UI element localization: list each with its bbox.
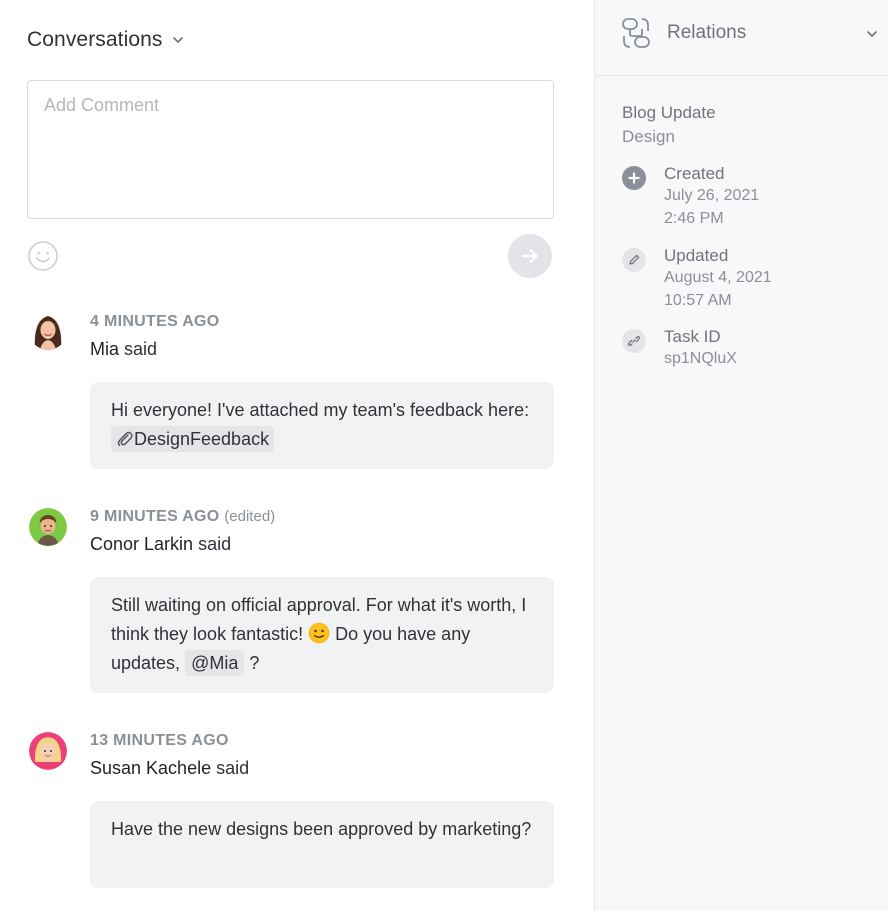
conversations-title: Conversations xyxy=(27,28,163,51)
relations-icon xyxy=(622,18,650,48)
updated-info: Updated August 4, 2021 10:57 AM xyxy=(622,246,882,312)
created-label: Created xyxy=(664,164,725,183)
emoji-icon[interactable] xyxy=(27,240,59,272)
related-item-title[interactable]: Blog Update xyxy=(622,103,716,123)
task-id-info: Task ID sp1NQluX xyxy=(622,327,882,373)
comment-author-line: Mia said xyxy=(90,339,158,359)
created-date: July 26, 2021 xyxy=(664,187,760,204)
avatar-image xyxy=(29,508,67,546)
related-item-subtitle: Design xyxy=(622,127,675,146)
attachment-link[interactable]: DesignFeedback xyxy=(111,426,275,452)
avatar-conor-larkin[interactable] xyxy=(29,508,67,546)
conversations-header[interactable]: Conversations xyxy=(27,28,185,52)
comment-timestamp: 13 MINUTES AGO xyxy=(90,732,229,749)
updated-time: 10:57 AM xyxy=(664,292,732,309)
relations-header[interactable]: Relations xyxy=(595,0,888,76)
created-info: Created July 26, 2021 2:46 PM xyxy=(622,164,882,230)
send-button[interactable] xyxy=(508,234,552,278)
avatar-image xyxy=(29,732,67,770)
add-comment-input[interactable] xyxy=(28,81,553,218)
task-id-label: Task ID xyxy=(664,327,721,346)
comment-author[interactable]: Mia xyxy=(90,339,119,359)
created-time: 2:46 PM xyxy=(664,210,724,227)
comment-bubble: Still waiting on official approval. For … xyxy=(90,577,554,693)
comment-box xyxy=(27,80,554,219)
pencil-icon xyxy=(622,248,646,272)
paperclip-icon xyxy=(117,431,133,447)
updated-date: August 4, 2021 xyxy=(664,269,772,286)
chevron-down-icon[interactable] xyxy=(865,27,879,41)
avatar-mia[interactable] xyxy=(29,312,67,350)
conversations-panel: Conversations 4 MINUTES AGO Mia said Hi … xyxy=(0,0,594,911)
comment-timestamp: 9 MINUTES AGO (edited) xyxy=(90,508,276,525)
arrow-right-icon xyxy=(521,249,538,263)
comment-author[interactable]: Susan Kachele xyxy=(90,758,211,778)
relations-panel: Relations Blog Update Design Created Jul… xyxy=(594,0,888,911)
slightly-smiling-emoji xyxy=(308,622,330,644)
comment-bubble: Have the new designs been approved by ma… xyxy=(90,801,554,888)
updated-label: Updated xyxy=(664,246,729,265)
comment-bubble: Hi everyone! I've attached my team's fee… xyxy=(90,382,554,469)
task-id-value[interactable]: sp1NQluX xyxy=(664,347,737,370)
plus-circle-icon xyxy=(622,166,646,190)
relations-title: Relations xyxy=(667,22,747,43)
comment-author-line: Conor Larkin said xyxy=(90,534,232,554)
comment-author[interactable]: Conor Larkin xyxy=(90,534,193,554)
comment-author-line: Susan Kachele said xyxy=(90,758,250,778)
chevron-down-icon xyxy=(172,37,183,43)
link-icon xyxy=(622,329,646,353)
comment-timestamp: 4 MINUTES AGO xyxy=(90,313,220,330)
avatar-image xyxy=(29,312,67,350)
avatar-susan-kachele[interactable] xyxy=(29,732,67,770)
mention-mia[interactable]: @Mia xyxy=(185,650,245,676)
edited-label: (edited) xyxy=(224,508,276,525)
